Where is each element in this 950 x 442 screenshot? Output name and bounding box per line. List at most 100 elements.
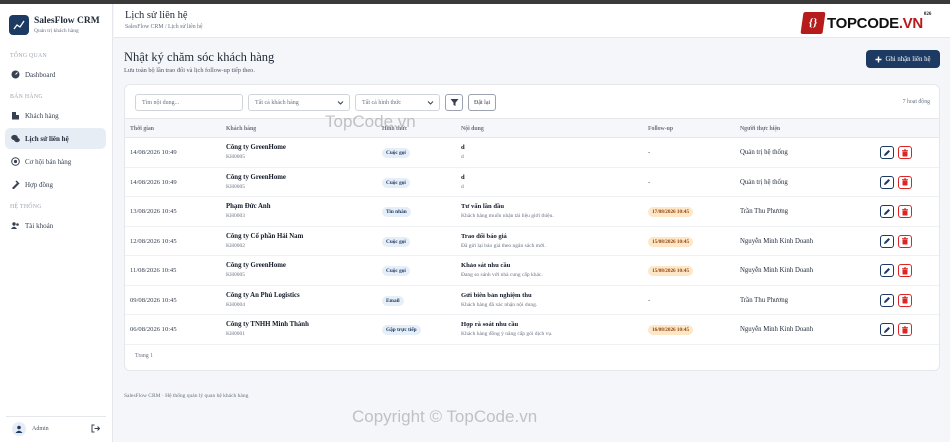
delete-button[interactable] bbox=[898, 323, 912, 336]
search-input[interactable]: Tìm nội dung... bbox=[135, 94, 243, 111]
reset-button[interactable]: Đặt lại bbox=[468, 94, 497, 111]
history-card: Tìm nội dung... Tất cả khách hàng Tất cả… bbox=[124, 84, 940, 371]
sidebar-nav: TỔNG QUAN Dashboard BÁN HÀNG Khách hàng Lịch… bbox=[0, 53, 112, 236]
owner-cell: Trần Thu Phương bbox=[740, 296, 789, 304]
trash-icon bbox=[902, 207, 908, 215]
sidebar-section-label: BÁN HÀNG bbox=[10, 94, 43, 100]
delete-button[interactable] bbox=[898, 264, 912, 277]
customer-name: Công ty GreenHome bbox=[226, 262, 286, 269]
delete-button[interactable] bbox=[898, 146, 912, 159]
delete-button[interactable] bbox=[898, 175, 912, 189]
table-row: 14/08/2026 10:49 Công ty GreenHome KH0005 C… bbox=[125, 168, 939, 197]
pencil-icon bbox=[884, 179, 890, 185]
delete-button[interactable] bbox=[898, 293, 912, 307]
customer-name: Công ty GreenHome bbox=[226, 144, 286, 151]
sidebar-item-label: Lịch sử liên hệ bbox=[25, 134, 69, 143]
followup-text: - bbox=[648, 149, 651, 156]
edit-button[interactable] bbox=[880, 175, 894, 189]
chart-logo-icon bbox=[9, 15, 29, 35]
content-desc: d bbox=[461, 183, 464, 190]
edit-button[interactable] bbox=[880, 234, 894, 248]
add-contact-label: Ghi nhận liên hệ bbox=[885, 55, 931, 63]
topcode-mark-icon: {} bbox=[800, 12, 826, 34]
activity-count: 7 hoạt động bbox=[902, 99, 930, 105]
table-row: 14/08/2026 10:49 Công ty GreenHome KH0005 C… bbox=[125, 138, 939, 168]
breadcrumb: SalesFlow CRM / Lịch sử liên hệ bbox=[125, 24, 203, 30]
plus-icon bbox=[875, 56, 882, 62]
type-select[interactable]: Tất cả hình thức bbox=[355, 94, 440, 111]
section-title: Nhật ký chăm sóc khách hàng bbox=[124, 50, 275, 64]
trash-icon bbox=[902, 178, 908, 186]
logout-icon[interactable] bbox=[91, 424, 101, 435]
owner-cell: Quản trị hệ thống bbox=[740, 178, 788, 186]
sidebar-item[interactable]: Lịch sử liên hệ bbox=[5, 128, 106, 149]
delete-button[interactable] bbox=[898, 205, 912, 218]
customer-select[interactable]: Tất cả khách hàng bbox=[248, 94, 350, 111]
table-row: 11/08/2026 10:45 Công ty GreenHome KH0005 C… bbox=[125, 256, 939, 286]
trash-icon bbox=[902, 148, 908, 156]
channel-badge: Tin nhắn bbox=[382, 207, 411, 217]
content-title: Gửi biên bản nghiệm thu bbox=[461, 291, 532, 299]
customer-cell: Công ty An Phú Logistics KH0004 bbox=[226, 292, 300, 308]
table-body: 14/08/2026 10:49 Công ty GreenHome KH0005 C… bbox=[125, 138, 939, 345]
content-cell: dd bbox=[461, 174, 465, 190]
edit-button[interactable] bbox=[880, 264, 894, 277]
content-desc: Khách hàng đồng ý nâng cấp gói dịch vụ. bbox=[461, 331, 553, 337]
time-cell: 13/08/2026 10:45 bbox=[130, 208, 177, 215]
owner-cell: Nguyễn Minh Kinh Doanh bbox=[740, 267, 814, 274]
filter-button[interactable] bbox=[445, 94, 463, 111]
sidebar-section-label: HỆ THỐNG bbox=[10, 204, 42, 210]
time-cell: 12/08/2026 10:45 bbox=[130, 237, 177, 245]
edit-button[interactable] bbox=[880, 293, 894, 307]
edit-button[interactable] bbox=[880, 323, 894, 336]
sidebar-item[interactable]: Tài khoản bbox=[5, 215, 106, 236]
add-contact-button[interactable]: Ghi nhận liên hệ bbox=[866, 50, 940, 68]
topcode-logo-text: TOPCODE.VN bbox=[827, 14, 923, 32]
trash-icon bbox=[902, 266, 908, 274]
edit-button[interactable] bbox=[880, 205, 894, 218]
content-title: Tư vấn lần đầu bbox=[461, 203, 504, 210]
pencil-icon bbox=[884, 267, 890, 274]
content-title: Khảo sát nhu cầu bbox=[461, 262, 511, 269]
col-time: Thời gian bbox=[130, 126, 154, 132]
customer-cell: Công ty GreenHome KH0005 bbox=[226, 144, 286, 160]
footer-text: SalesFlow CRM · Hệ thống quản lý quan hệ… bbox=[124, 393, 249, 399]
delete-button[interactable] bbox=[898, 234, 912, 248]
followup-badge: 16/08/2026 10:45 bbox=[648, 325, 694, 335]
customer-name: Công ty GreenHome bbox=[226, 173, 286, 181]
sidebar-item[interactable]: Dashboard bbox=[5, 64, 106, 85]
content-desc: Đã gửi lại báo giá theo ngân sách mới. bbox=[461, 242, 546, 249]
section-subtitle: Lưu toàn bộ lần trao đổi và lịch follow-… bbox=[124, 67, 255, 74]
trash-icon bbox=[902, 237, 908, 245]
edit-button[interactable] bbox=[880, 146, 894, 159]
owner-cell: Nguyễn Minh Kinh Doanh bbox=[740, 326, 814, 333]
owner-cell: Nguyễn Minh Kinh Doanh bbox=[740, 237, 814, 245]
sidebar-item-label: Khách hàng bbox=[25, 111, 59, 120]
trash-icon bbox=[902, 296, 908, 304]
avatar[interactable] bbox=[12, 421, 26, 436]
channel-badge: Cuộc gọi bbox=[382, 236, 410, 247]
col-owner: Người thực hiện bbox=[740, 126, 781, 132]
sidebar-item[interactable]: Cơ hội bán hàng bbox=[5, 151, 106, 172]
chevron-down-icon bbox=[427, 101, 434, 105]
history-table: Thời gian Khách hàng Hình thức Nội dung … bbox=[125, 118, 939, 345]
page-title: Lịch sử liên hệ bbox=[125, 10, 188, 21]
customer-code: KH0005 bbox=[226, 183, 245, 190]
owner-cell: Trần Thu Phương bbox=[740, 208, 789, 215]
content-cell: dd bbox=[461, 144, 465, 160]
sidebar-item[interactable]: Khách hàng bbox=[5, 105, 106, 126]
pagination: Trang 1 bbox=[135, 353, 153, 359]
col-followup: Follow-up bbox=[648, 126, 674, 132]
sidebar-section-label: TỔNG QUAN bbox=[10, 53, 47, 59]
brand: SalesFlow CRM Quản trị khách hàng bbox=[0, 4, 112, 44]
topcode-logo-sup: 026 bbox=[923, 12, 932, 17]
customer-name: Công ty An Phú Logistics bbox=[226, 291, 300, 299]
pencil-icon bbox=[884, 297, 890, 303]
followup-text: - bbox=[648, 178, 651, 186]
sidebar-item[interactable]: Hợp đồng bbox=[5, 174, 106, 195]
content-desc: Đang so sánh với nhà cung cấp khác. bbox=[461, 272, 543, 278]
sidebar-item-label: Cơ hội bán hàng bbox=[25, 157, 72, 166]
followup-text: - bbox=[648, 296, 651, 304]
customer-cell: Công ty TNHH Minh Thành KH0001 bbox=[226, 321, 309, 337]
pencil-icon bbox=[884, 238, 890, 244]
